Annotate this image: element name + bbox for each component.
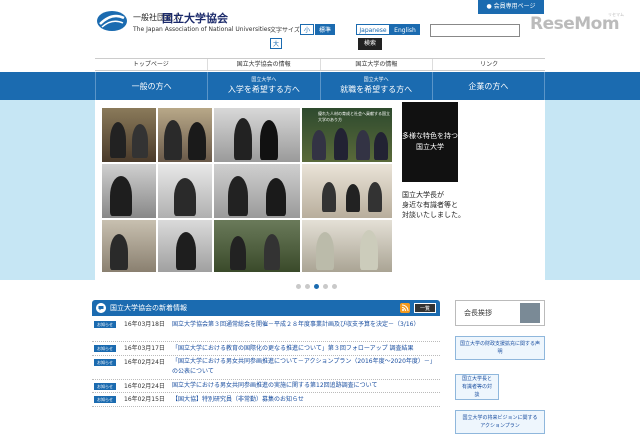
dialogue-photo[interactable] [158, 108, 212, 162]
dialogue-photo[interactable] [158, 220, 212, 272]
audience-navigation: 一般の方へ 国立大学へ 入学を希望する方へ 国立大学へ 就職を希望する方へ 企業… [0, 72, 640, 100]
news-link[interactable]: 「国立大学における教育の国際化の更なる推進について」第３回フォローアップ 調査結… [172, 342, 440, 354]
language-japanese-button[interactable]: Japanese [356, 24, 390, 35]
carousel-indicator [296, 284, 337, 289]
search-input[interactable] [430, 24, 520, 37]
news-item[interactable]: お知らせ 16年03月17日 「国立大学における教育の国際化の更なる推進について」第… [92, 342, 440, 356]
dialogue-photo[interactable] [214, 220, 300, 272]
news-title: 国立大学協会の新着情報 [110, 304, 187, 312]
watermark-sub: リセマム [608, 12, 624, 17]
sidebar-link-financial-statement[interactable]: 国立大学の財政支援拡充に関する声明 [455, 336, 545, 360]
president-greeting-banner[interactable]: 会長挨拶 [455, 300, 545, 326]
dialogue-photo[interactable] [158, 164, 212, 218]
language-english-button[interactable]: English [390, 24, 420, 35]
speech-bubble-icon [96, 303, 106, 313]
photo-overlay-caption: 優れた人材の育成と社会へ貢献する国立大学のあり方 [318, 111, 390, 122]
hero-caption-line-1: 国立大学長が [402, 191, 444, 199]
news-link[interactable]: 【国大協】特別研究員（非常勤）募集のお知らせ [172, 393, 440, 405]
news-link[interactable]: 国立大学における男女共同参画推進の実施に関する第12回追跡調査について [172, 380, 440, 392]
font-size-large-button[interactable]: 大 [270, 38, 282, 49]
hero-photo-collage[interactable] [102, 108, 392, 272]
news-link[interactable]: 「国立大学における男女共同参画推進について－アクションプラン（2016年度～20… [172, 356, 440, 378]
font-size-label: 文字サイズ [270, 27, 300, 34]
news-date: 16年02月24日 [124, 358, 165, 366]
news-category-badge: お知らせ [94, 358, 116, 366]
sidebar-link-dialogue[interactable]: 国立大学長と有識者等の対談 [455, 374, 499, 400]
org-name[interactable]: 国立大学協会 [162, 10, 228, 26]
news-category-badge: お知らせ [94, 345, 116, 352]
news-date: 16年03月18日 [124, 321, 165, 328]
search-button[interactable]: 検索 [358, 38, 382, 50]
font-size-small-button[interactable]: 小 [300, 24, 314, 35]
nav-prospective-students-sub: 国立大学へ [251, 77, 277, 83]
carousel-dot[interactable] [305, 284, 310, 289]
nav-job-seekers-label: 就職を希望する方へ [340, 85, 413, 94]
news-category-badge: お知らせ [94, 382, 116, 390]
news-list: お知らせ 16年03月18日 国立大学協会第３回通常総会を開催－平成２８年度事業計画… [92, 318, 440, 407]
feature-line-1: 多様な特色を持つ [402, 132, 458, 140]
news-list-button[interactable]: 一覧 [414, 303, 436, 313]
news-date: 16年02月24日 [124, 382, 165, 390]
nav-general-public-label: 一般の方へ [131, 81, 172, 91]
university-logo-icon[interactable] [96, 10, 128, 32]
dialogue-photo[interactable] [102, 164, 156, 218]
nav-links[interactable]: リンク [433, 59, 545, 70]
nav-prospective-students[interactable]: 国立大学へ 入学を希望する方へ [207, 72, 319, 100]
news-item[interactable]: お知らせ 16年03月18日 国立大学協会第３回通常総会を開催－平成２８年度事業計画… [92, 318, 440, 342]
sidebar-link-action-plan[interactable]: 国立大学の将来ビジョンに関するアクションプラン [455, 410, 545, 434]
carousel-dot[interactable] [323, 284, 328, 289]
carousel-dot[interactable] [332, 284, 337, 289]
member-page-button[interactable]: ● 会員専用ページ [478, 0, 544, 14]
nav-association-info[interactable]: 国立大学協会の情報 [208, 59, 321, 70]
hero-caption: 国立大学長が 身近な有識者等と 対談いたしました。 [402, 190, 482, 220]
nav-top-page[interactable]: トップページ [95, 59, 208, 70]
news-link[interactable]: 国立大学協会第３回通常総会を開催－平成２８年度事業計画及び収支予算を決定－（3/… [172, 318, 440, 330]
font-size-standard-button[interactable]: 標準 [315, 24, 335, 35]
president-photo [520, 303, 540, 323]
carousel-dot-active[interactable] [314, 284, 319, 289]
news-item[interactable]: お知らせ 16年02月24日 「国立大学における男女共同参画推進について－アクション… [92, 356, 440, 380]
nav-companies-label: 企業の方へ [468, 81, 509, 91]
hero-caption-line-3: 対談いたしました。 [402, 211, 465, 219]
watermark-logo: ReseMom [530, 14, 620, 34]
org-english-name: The Japan Association of National Univer… [133, 26, 271, 33]
news-category-badge: お知らせ [94, 321, 116, 328]
dialogue-photo[interactable] [302, 164, 392, 218]
hero-caption-line-2: 身近な有識者等と [402, 201, 458, 209]
news-date: 16年02月15日 [124, 396, 165, 403]
nav-companies[interactable]: 企業の方へ [431, 72, 545, 100]
news-item[interactable]: お知らせ 16年02月24日 国立大学における男女共同参画推進の実施に関する第12回… [92, 380, 440, 393]
dialogue-photo[interactable] [102, 220, 156, 272]
top-navigation: トップページ 国立大学協会の情報 国立大学の情報 リンク [95, 58, 545, 71]
dialogue-photo[interactable] [214, 164, 300, 218]
president-greeting-label: 会長挨拶 [464, 309, 492, 317]
news-date: 16年03月17日 [124, 345, 165, 352]
nav-general-public[interactable]: 一般の方へ [95, 72, 207, 100]
news-item[interactable]: お知らせ 16年02月15日 【国大協】特別研究員（非常勤）募集のお知らせ [92, 393, 440, 407]
site-header: 一般社団法人 国立大学協会 The Japan Association of N… [0, 0, 640, 55]
nav-job-seekers-sub: 国立大学へ [363, 77, 389, 83]
nav-prospective-students-label: 入学を希望する方へ [227, 85, 300, 94]
nav-university-info[interactable]: 国立大学の情報 [321, 59, 434, 70]
dialogue-photo[interactable] [302, 220, 392, 272]
rss-icon[interactable] [400, 303, 410, 313]
dialogue-photo[interactable] [102, 108, 156, 162]
carousel-dot[interactable] [296, 284, 301, 289]
nav-job-seekers[interactable]: 国立大学へ 就職を希望する方へ [319, 72, 432, 100]
dialogue-photo[interactable] [214, 108, 300, 162]
feature-line-2: 国立大学 [416, 143, 444, 151]
news-category-badge: お知らせ [94, 396, 116, 403]
feature-banner[interactable]: 多様な特色を持つ 国立大学 [402, 102, 458, 182]
